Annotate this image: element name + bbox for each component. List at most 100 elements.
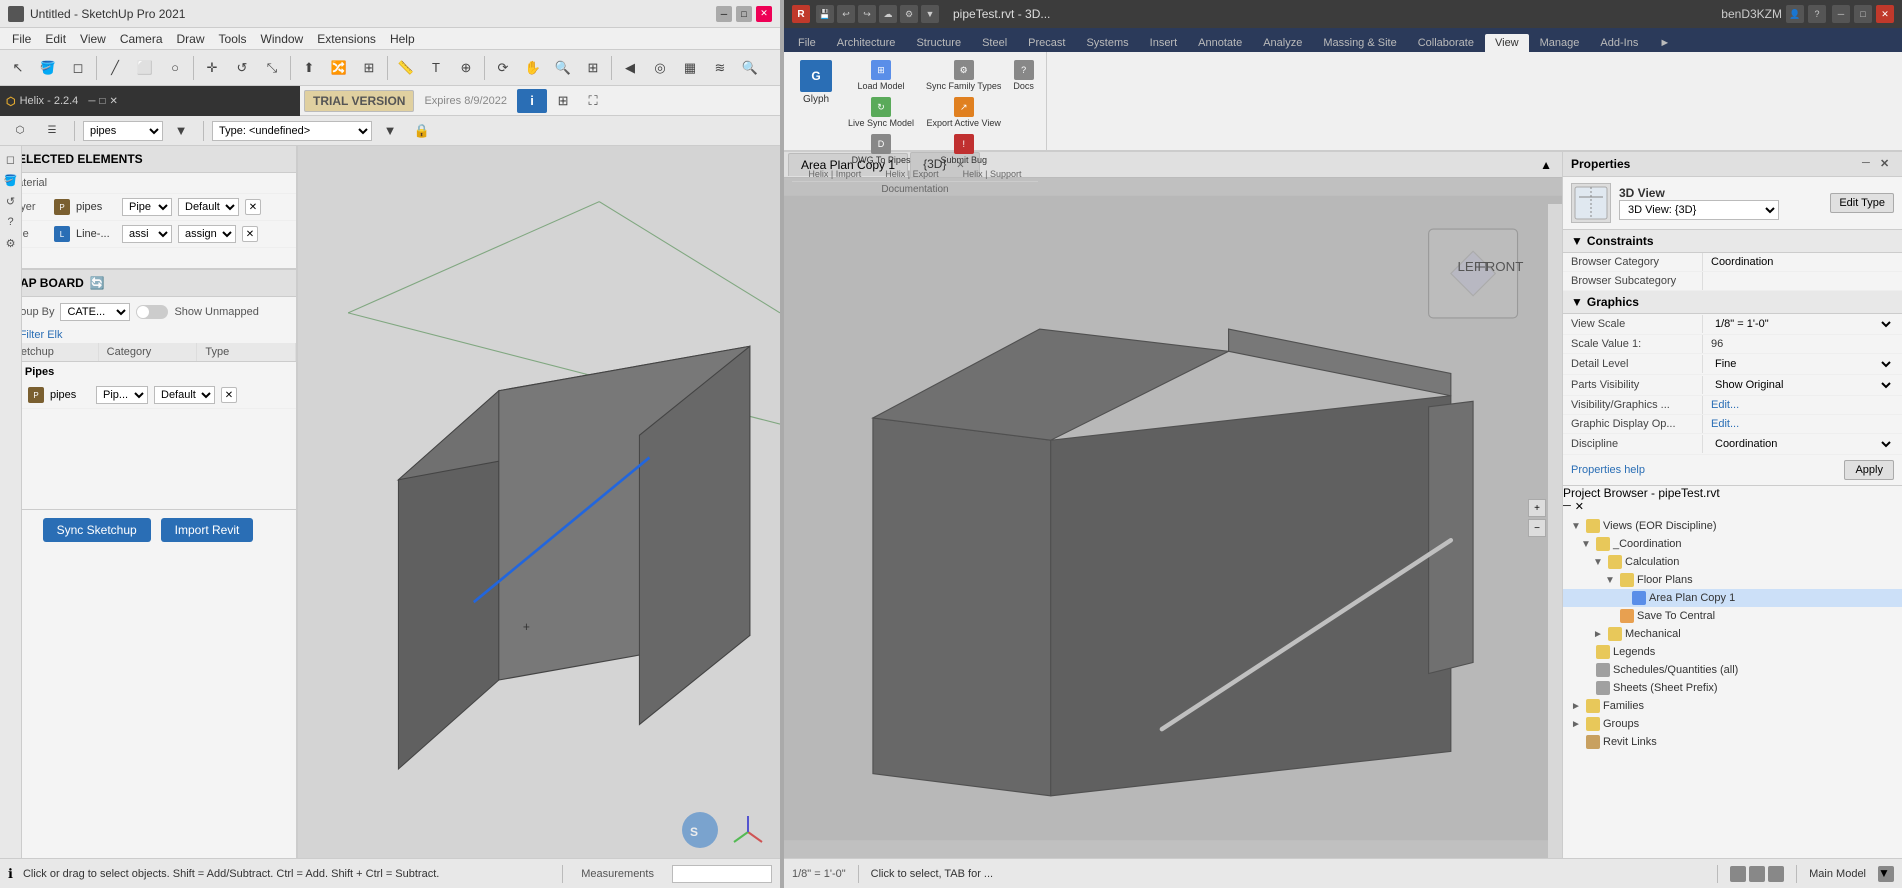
layer-select[interactable]: pipes [83,121,163,141]
su-info-icon[interactable]: ℹ [8,866,13,882]
rv-status-icon-3[interactable] [1768,866,1784,882]
side-paint[interactable]: 🪣 [2,171,20,189]
tb-prev[interactable]: ◀ [616,54,644,82]
rv-tab-file[interactable]: File [788,34,826,52]
side-rotate[interactable]: ↺ [2,192,20,210]
su-close[interactable]: ✕ [756,6,772,22]
split-divider[interactable] [780,0,784,888]
rv-btn-load-model[interactable]: ⊞ Load Model [844,58,918,93]
rv-qi-5[interactable]: ⚙ [900,5,918,23]
rv-tab-insert[interactable]: Insert [1140,34,1188,52]
menu-camera[interactable]: Camera [114,30,169,48]
prop-close[interactable]: ✕ [1880,157,1894,171]
line-assign2-select[interactable]: assign [178,225,236,243]
sync-sketchup-btn[interactable]: Sync Sketchup [43,518,151,542]
parts-visibility-val[interactable]: Show Original [1703,375,1902,395]
pb-save-central[interactable]: Save To Central [1563,607,1902,625]
side-question[interactable]: ? [2,213,20,231]
rv-tab-systems[interactable]: Systems [1076,34,1138,52]
rv-tab-precast[interactable]: Precast [1018,34,1075,52]
menu-view[interactable]: View [74,30,112,48]
rv-zoom-in[interactable]: + [1528,499,1546,517]
view-scale-select[interactable]: 1/8" = 1'-0" [1711,317,1894,331]
rv-tab-structure[interactable]: Structure [906,34,971,52]
layer-default-select[interactable]: Default [178,198,239,216]
tb-pushpull[interactable]: ⬆ [295,54,323,82]
rv-tab-massing[interactable]: Massing & Site [1313,34,1406,52]
rv-zoom-out[interactable]: − [1528,519,1546,537]
tb-orbit[interactable]: ⟳ [489,54,517,82]
tb-scene[interactable]: ◎ [646,54,674,82]
tb-axes[interactable]: ⊕ [452,54,480,82]
type-btn[interactable]: ▼ [376,117,404,145]
tb-line[interactable]: ╱ [101,54,129,82]
helix-win-min[interactable]: ─ [88,96,95,107]
pb-groups[interactable]: ► Groups [1563,715,1902,733]
filter-label[interactable]: Filter Elk [20,329,63,341]
browser-category-input[interactable] [1711,256,1894,268]
prop-collapse[interactable]: ─ [1862,157,1876,171]
rv-tab-view[interactable]: View [1485,34,1529,52]
rv-qi-6[interactable]: ▼ [921,5,939,23]
rv-tab-manage[interactable]: Manage [1530,34,1590,52]
tb-zoomext[interactable]: ⊞ [579,54,607,82]
helix-win-max[interactable]: □ [99,96,105,107]
tb-more1[interactable]: ▦ [676,54,704,82]
helix-win-close[interactable]: ✕ [109,96,117,107]
edit-type-btn[interactable]: Edit Type [1830,193,1894,213]
pipes-item-type[interactable]: Pip... [96,386,148,404]
rv-tab-addins[interactable]: Add-Ins [1590,34,1648,52]
menu-window[interactable]: Window [255,30,310,48]
side-select[interactable]: ◻ [2,150,20,168]
pb-families[interactable]: ► Families [1563,697,1902,715]
menu-file[interactable]: File [6,30,37,48]
su-viewport[interactable]: + [298,146,780,858]
rv-tab-steel[interactable]: Steel [972,34,1017,52]
import-revit-btn[interactable]: Import Revit [161,518,254,542]
show-unmapped-toggle[interactable] [136,305,168,319]
discipline-select[interactable]: Coordination [1711,437,1894,451]
pb-collapse[interactable]: ─ [1563,500,1571,513]
pb-calculation[interactable]: ▼ Calculation [1563,553,1902,571]
rv-tab-annotate[interactable]: Annotate [1188,34,1252,52]
type-bar-menu[interactable]: ☰ [38,117,66,145]
graphic-display-val[interactable]: Edit... [1703,415,1902,433]
rv-qi-2[interactable]: ↩ [837,5,855,23]
tb-zoom[interactable]: 🔍 [549,54,577,82]
line-assign1-select[interactable]: assi [122,225,172,243]
graphics-header[interactable]: ▼ Graphics [1563,291,1902,314]
detail-level-val[interactable]: Fine [1703,354,1902,374]
prop-type-select[interactable]: 3D View: {3D} [1619,200,1779,220]
rv-btn-dwg[interactable]: D DWG To Pipes [844,132,918,167]
rv-viewport[interactable]: LEFT FRONT [784,178,1562,858]
pb-area-plan[interactable]: Area Plan Copy 1 [1563,589,1902,607]
pipes-category-row[interactable]: ▼ Pipes [0,362,296,382]
browser-subcategory-val[interactable] [1703,272,1902,290]
constraints-header[interactable]: ▼ Constraints [1563,230,1902,253]
rv-status-pin[interactable]: ▼ [1878,866,1894,882]
pipes-item-default[interactable]: Default [154,386,215,404]
su-minimize[interactable]: ─ [716,6,732,22]
type-bar-helix[interactable]: ⬡ [6,117,34,145]
menu-edit[interactable]: Edit [39,30,72,48]
menu-help[interactable]: Help [384,30,421,48]
type-select[interactable]: Type: <undefined> [212,121,372,141]
rv-view-collapse[interactable]: ▲ [1534,158,1558,172]
browser-subcategory-input[interactable] [1711,275,1894,287]
pb-schedules[interactable]: Schedules/Quantities (all) [1563,661,1902,679]
su-measurements-input[interactable] [672,865,772,883]
rv-qi-1[interactable]: 💾 [816,5,834,23]
tb-select[interactable]: ↖ [4,54,32,82]
rv-tab-architecture[interactable]: Architecture [827,34,906,52]
parts-visibility-select[interactable]: Show Original [1711,378,1894,392]
tb-scale[interactable]: ⤡ [258,54,286,82]
layer-btn[interactable]: ▼ [167,117,195,145]
tb-circle[interactable]: ○ [161,54,189,82]
browser-category-val[interactable] [1703,253,1902,271]
detail-level-select[interactable]: Fine [1711,357,1894,371]
rv-btn-export-active[interactable]: ↗ Export Active View [922,95,1005,130]
discipline-val[interactable]: Coordination [1703,434,1902,454]
tb-offset[interactable]: ⊞ [355,54,383,82]
tb-rect[interactable]: ⬜ [131,54,159,82]
tb-text[interactable]: T [422,54,450,82]
